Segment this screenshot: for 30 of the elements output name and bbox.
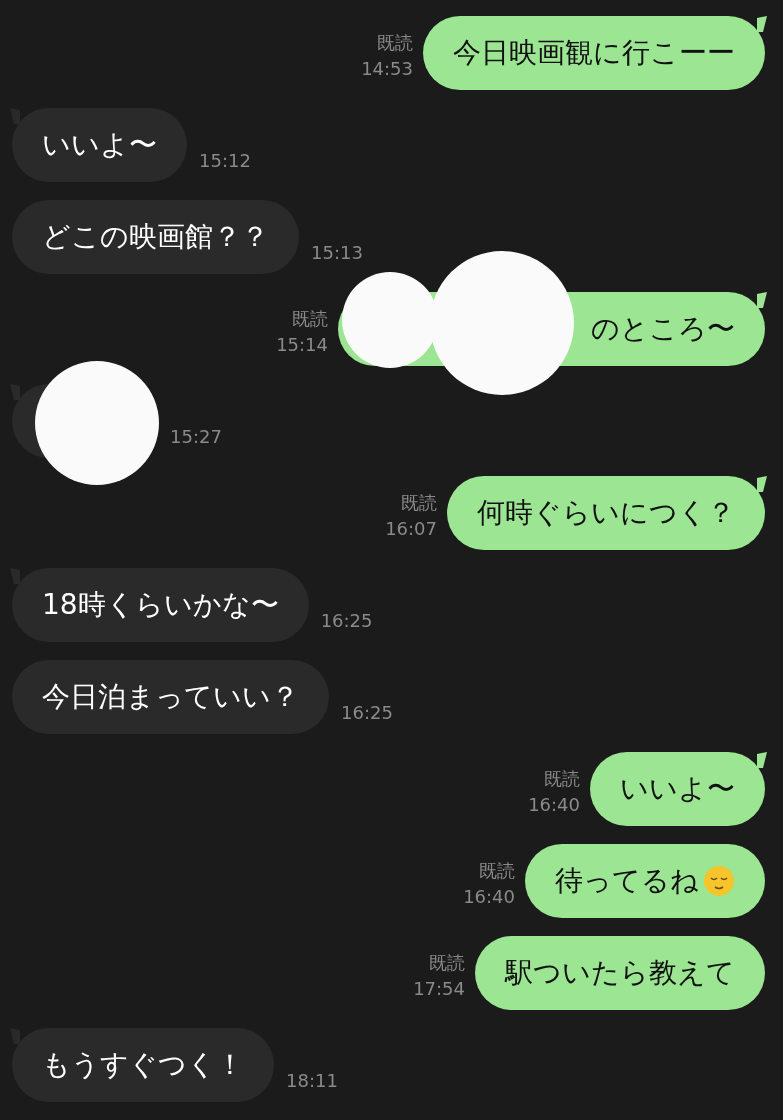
message-time: 15:13 — [311, 241, 363, 265]
message-time: 18:11 — [286, 1069, 338, 1093]
relieved-face-icon — [703, 865, 735, 897]
message-text: 待ってるね — [555, 863, 699, 899]
message-text: 今日泊まっていい？ — [42, 679, 299, 715]
message-text: 何時ぐらいにつく？ — [477, 495, 735, 531]
message-time: 16:25 — [341, 701, 393, 725]
message-time: 16:40 — [463, 885, 515, 909]
read-receipt: 既読 — [377, 31, 413, 55]
read-receipt: 既読 — [544, 767, 580, 791]
message-time: 16:40 — [528, 793, 580, 817]
message-time: 14:53 — [361, 57, 413, 81]
read-receipt: 既読 — [292, 307, 328, 331]
read-receipt: 既読 — [429, 951, 465, 975]
message-time: 16:07 — [385, 517, 437, 541]
message-text: 今日映画観に行こーー — [453, 35, 735, 71]
message-text: いいよ〜 — [42, 127, 157, 163]
message-text: いいよ〜 — [620, 771, 735, 807]
read-receipt: 既読 — [401, 491, 437, 515]
message-text: 18時くらいかな〜 — [42, 587, 279, 623]
message-time: 15:27 — [170, 425, 222, 449]
message-text: 駅ついたら教えて — [505, 955, 735, 991]
message-time: 15:12 — [199, 149, 251, 173]
message-time: 17:54 — [413, 977, 465, 1001]
read-receipt: 既読 — [479, 859, 515, 883]
message-text: どこの映画館？？ — [42, 219, 269, 255]
message-text: もうすぐつく！ — [42, 1047, 244, 1083]
message-time: 16:25 — [320, 609, 373, 633]
message-text: のところ〜 — [591, 311, 735, 347]
message-time: 15:14 — [276, 333, 328, 357]
